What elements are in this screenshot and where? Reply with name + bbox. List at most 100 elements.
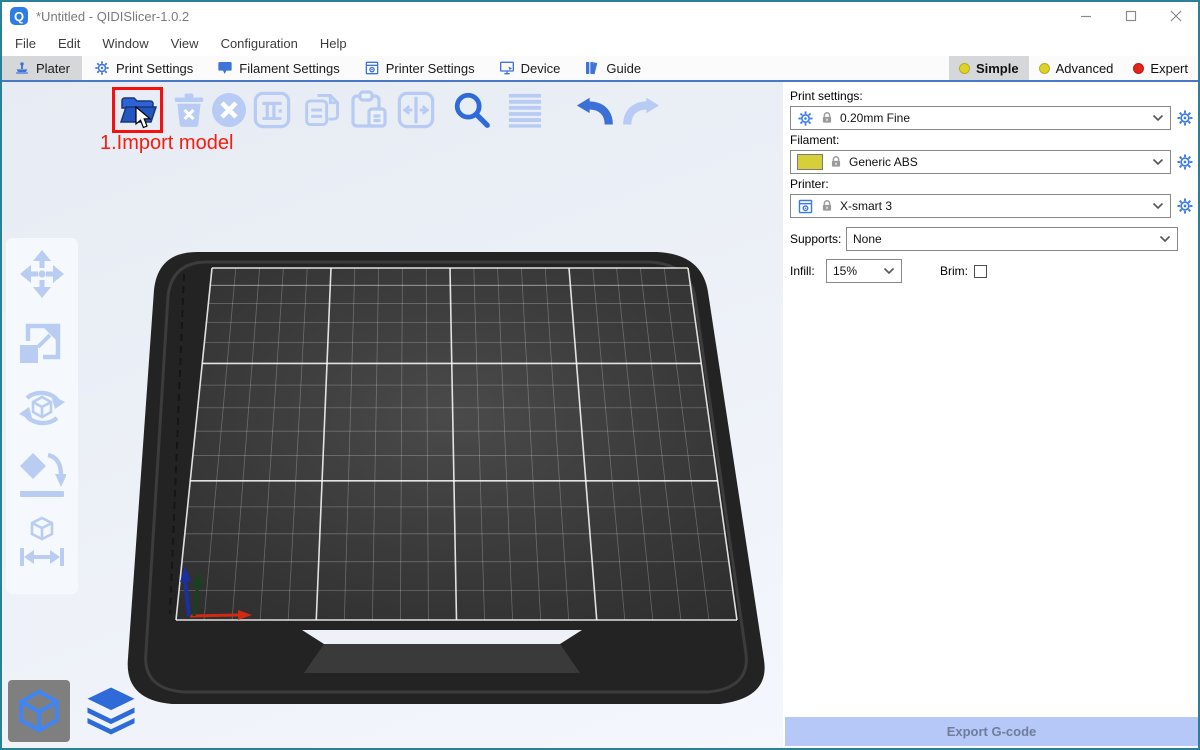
menu-file[interactable]: File <box>4 30 47 56</box>
print-settings-label: Print settings: <box>790 89 1195 103</box>
import-model-annotation: 1.Import model <box>100 132 233 155</box>
tab-filament-settings[interactable]: Filament Settings <box>205 56 351 80</box>
mode-simple[interactable]: Simple <box>949 56 1029 80</box>
printer-label: Printer: <box>790 177 1195 191</box>
3d-editor-view-button[interactable] <box>8 680 70 742</box>
lock-icon <box>829 155 843 169</box>
advanced-mode-dot-icon <box>1039 63 1050 74</box>
printer-icon <box>797 198 814 215</box>
filament-value: Generic ABS <box>849 155 918 169</box>
chevron-down-icon <box>1159 235 1171 243</box>
move-button[interactable] <box>16 246 68 302</box>
title-bar: Q *Untitled - QIDISlicer-1.0.2 <box>2 2 1198 30</box>
printer-select[interactable]: X-smart 3 <box>790 194 1171 218</box>
supports-label: Supports: <box>790 232 846 246</box>
minimize-button[interactable] <box>1063 2 1108 30</box>
chevron-down-icon <box>1152 114 1164 122</box>
tab-plater[interactable]: Plater <box>2 56 82 80</box>
place-on-face-button[interactable] <box>16 447 68 503</box>
close-button[interactable] <box>1153 2 1198 30</box>
printer-value: X-smart 3 <box>840 199 892 213</box>
infill-label: Infill: <box>790 264 826 278</box>
lock-icon <box>820 111 834 125</box>
bed-surface <box>176 268 737 620</box>
paste-button[interactable] <box>349 90 389 130</box>
infill-value: 15% <box>833 264 857 278</box>
tab-guide[interactable]: Guide <box>572 56 653 80</box>
app-window: Q *Untitled - QIDISlicer-1.0.2 File Edit… <box>0 0 1200 750</box>
3d-viewport[interactable]: 1.Import model <box>2 82 783 748</box>
mode-label: Expert <box>1150 61 1188 76</box>
tab-label: Guide <box>606 61 641 76</box>
menu-edit[interactable]: Edit <box>47 30 91 56</box>
cube-icon <box>15 686 63 736</box>
delete-button[interactable] <box>169 90 209 130</box>
scale-button[interactable] <box>16 313 68 369</box>
layers-icon <box>84 684 138 738</box>
undo-button[interactable] <box>576 90 616 130</box>
lock-icon <box>820 199 834 213</box>
search-button[interactable] <box>452 90 492 130</box>
settings-sidebar: Print settings: 0.20mm Fine Filament: Ge… <box>783 82 1198 748</box>
filament-color-swatch <box>797 154 823 170</box>
tab-label: Print Settings <box>116 61 193 76</box>
mode-label: Simple <box>976 61 1019 76</box>
menu-help[interactable]: Help <box>309 30 358 56</box>
printer-icon <box>364 60 380 76</box>
preview-button[interactable] <box>80 680 142 742</box>
arrange-button[interactable] <box>252 90 292 130</box>
chevron-down-icon <box>1152 158 1164 166</box>
chevron-down-icon <box>883 267 895 275</box>
split-to-objects-button[interactable] <box>396 90 436 130</box>
tab-print-settings[interactable]: Print Settings <box>82 56 205 80</box>
tab-label: Plater <box>36 61 70 76</box>
menu-view[interactable]: View <box>160 30 210 56</box>
measure-button[interactable] <box>16 514 68 570</box>
tab-label: Printer Settings <box>386 61 475 76</box>
window-title: *Untitled - QIDISlicer-1.0.2 <box>36 9 189 24</box>
tab-device[interactable]: Device <box>487 56 573 80</box>
expert-mode-dot-icon <box>1133 63 1144 74</box>
menu-window[interactable]: Window <box>91 30 159 56</box>
mode-advanced[interactable]: Advanced <box>1029 56 1124 80</box>
menu-configuration[interactable]: Configuration <box>210 30 309 56</box>
redo-button[interactable] <box>620 90 660 130</box>
tab-label: Device <box>521 61 561 76</box>
edit-filament-button[interactable] <box>1175 152 1195 172</box>
mode-label: Advanced <box>1056 61 1114 76</box>
filament-select[interactable]: Generic ABS <box>790 150 1171 174</box>
menu-bar: File Edit Window View Configuration Help <box>2 30 1198 56</box>
plater-icon <box>14 60 30 76</box>
copy-button[interactable] <box>303 90 343 130</box>
edit-print-settings-button[interactable] <box>1175 108 1195 128</box>
infill-select[interactable]: 15% <box>826 259 902 283</box>
rotate-button[interactable] <box>16 380 68 436</box>
simple-mode-dot-icon <box>959 63 970 74</box>
print-bed <box>112 242 782 712</box>
supports-value: None <box>853 232 882 246</box>
chevron-down-icon <box>1152 202 1164 210</box>
tab-label: Filament Settings <box>239 61 339 76</box>
delete-all-button[interactable] <box>209 90 249 130</box>
brim-label: Brim: <box>940 264 968 278</box>
app-logo-icon: Q <box>10 7 28 25</box>
view-toolbar <box>8 680 142 742</box>
tab-printer-settings[interactable]: Printer Settings <box>352 56 487 80</box>
mode-expert[interactable]: Expert <box>1123 56 1198 80</box>
print-settings-value: 0.20mm Fine <box>840 111 910 125</box>
print-settings-select[interactable]: 0.20mm Fine <box>790 106 1171 130</box>
edit-printer-button[interactable] <box>1175 196 1195 216</box>
gear-icon <box>94 60 110 76</box>
filament-icon <box>217 60 233 76</box>
device-icon <box>499 60 515 76</box>
brim-checkbox[interactable] <box>974 265 987 278</box>
tab-bar: Plater Print Settings Filament Settings … <box>2 56 1198 82</box>
variable-layer-height-button[interactable] <box>505 90 545 130</box>
mouse-cursor-icon <box>135 106 151 135</box>
supports-select[interactable]: None <box>846 227 1178 251</box>
guide-icon <box>584 60 600 76</box>
main-area: 1.Import model <box>2 82 1198 748</box>
maximize-button[interactable] <box>1108 2 1153 30</box>
export-gcode-button[interactable]: Export G-code <box>785 717 1198 746</box>
gizmo-toolbar <box>6 238 78 594</box>
